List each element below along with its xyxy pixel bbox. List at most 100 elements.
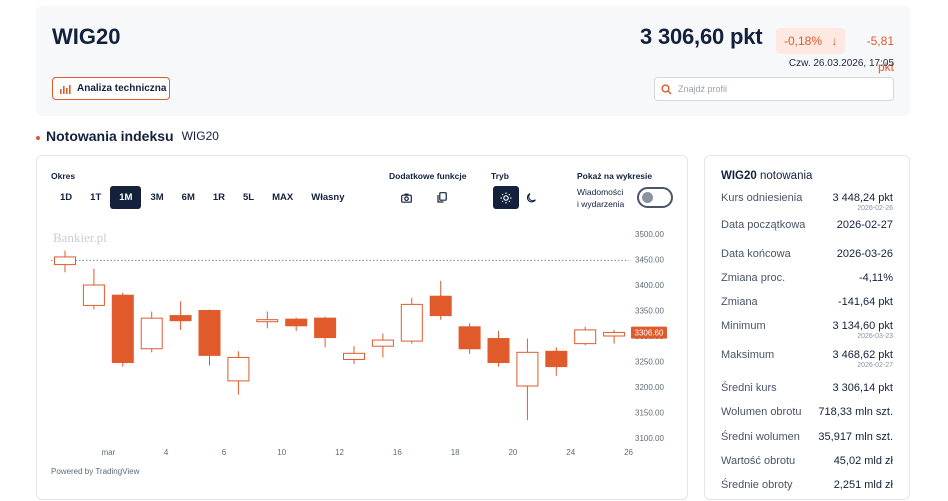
stat-label: Średni wolumen <box>721 431 800 443</box>
x-tick-label: 10 <box>277 448 286 457</box>
index-name: WIG20 <box>52 24 121 49</box>
stat-label: Wartość obrotu <box>721 455 796 467</box>
chart-panel: Okres 1D 1T 1M 3M 6M 1R 5L MAX Własny Dodatkowe … <box>36 155 688 500</box>
x-tick-label: 20 <box>508 448 517 457</box>
stats-title-rest: notowania <box>760 170 813 182</box>
candle-body <box>111 294 134 364</box>
candle-body <box>140 317 163 350</box>
x-tick-label: 18 <box>451 448 460 457</box>
candlestick-chart[interactable]: 3500.003450.003400.003350.003300.003250.… <box>37 156 689 501</box>
x-tick-label: 24 <box>566 448 575 457</box>
stat-row: Kurs odniesienia 3 448,24 pkt 2026-02-26 <box>721 192 893 212</box>
stat-label: Średnie obroty <box>721 479 793 491</box>
y-tick-label: 3450.00 <box>635 256 664 265</box>
stat-value: 2,251 mld zł <box>833 479 893 491</box>
search-input[interactable] <box>678 84 878 94</box>
candle-body <box>285 318 308 327</box>
stat-date: 2026-02-26 <box>857 205 893 212</box>
stat-value: 3 468,62 pkt <box>832 349 893 361</box>
y-tick-label: 3500.00 <box>635 230 664 239</box>
y-tick-label: 3100.00 <box>635 434 664 443</box>
y-tick-label: 3250.00 <box>635 358 664 367</box>
arrow-down-icon: ↓ <box>831 34 838 48</box>
stat-value: 3 134,60 pkt <box>832 320 893 332</box>
powered-by-tradingview[interactable]: Powered by TradingView <box>51 467 139 476</box>
stat-label: Wolumen obrotu <box>721 406 802 418</box>
x-tick-label: 4 <box>164 448 169 457</box>
candle-body <box>429 295 452 317</box>
quote-timestamp: Czw. 26.03.2026, 17:05 <box>788 58 894 69</box>
profile-search[interactable] <box>654 77 894 101</box>
stat-value: 3 448,24 pkt <box>832 192 893 204</box>
x-tick-label: 6 <box>222 448 227 457</box>
candle-body <box>574 329 597 345</box>
x-tick-label: 16 <box>393 448 402 457</box>
candle-body <box>487 338 510 364</box>
candle-body <box>54 256 76 266</box>
stat-label: Zmiana <box>721 296 758 308</box>
candle-body <box>458 326 481 350</box>
stat-row: Wartość obrotu 45,02 mld zł <box>721 455 893 475</box>
stat-row: Wolumen obrotu 718,33 mln szt. <box>721 406 893 426</box>
stat-date: 2026-03-23 <box>857 333 893 340</box>
bullet-dot-icon <box>36 136 40 140</box>
change-percent: -0,18% <box>784 34 823 48</box>
stat-label: Maksimum <box>721 349 775 361</box>
section-heading: Notowania indeksu WIG20 <box>36 128 219 144</box>
stat-row: Średni kurs 3 306,14 pkt <box>721 382 893 402</box>
stat-label: Średni kurs <box>721 382 777 394</box>
stats-title: WIG20 notowania <box>721 170 812 182</box>
quote-header: WIG20 3 306,60 pkt -0,18% ↓ -5,81 pkt Cz… <box>36 6 910 116</box>
candle-body <box>400 303 423 342</box>
candle-body <box>343 352 365 360</box>
index-price: 3 306,60 pkt <box>640 24 763 49</box>
stat-label: Kurs odniesienia <box>721 192 803 204</box>
stat-label: Zmiana proc. <box>721 272 786 284</box>
stat-value: 718,33 mln szt. <box>818 406 893 418</box>
search-icon <box>661 83 672 94</box>
stat-value: 45,02 mld zł <box>833 455 893 467</box>
stat-row: Data początkowa 2026-02-27 <box>721 219 893 239</box>
bar-chart-icon <box>60 84 71 94</box>
candle-body <box>371 339 394 347</box>
stat-value: 2026-03-26 <box>836 248 893 260</box>
section-title: Notowania indeksu <box>46 128 174 144</box>
bankier-watermark: Bankier.pl <box>53 230 107 245</box>
candle-body <box>198 310 221 356</box>
last-price-label: 3306.60 <box>635 329 664 338</box>
stat-label: Minimum <box>721 320 766 332</box>
change-absolute: -5,81 pkt <box>866 34 894 74</box>
candle-body <box>314 317 337 339</box>
y-tick-label: 3150.00 <box>635 409 664 418</box>
stat-row: Minimum 3 134,60 pkt 2026-03-23 <box>721 320 893 340</box>
stats-title-index: WIG20 <box>721 170 757 182</box>
stat-label: Data początkowa <box>721 219 806 231</box>
y-tick-label: 3400.00 <box>635 281 664 290</box>
stat-row: Maksimum 3 468,62 pkt 2026-02-27 <box>721 349 893 369</box>
stat-row: Średnie obroty 2,251 mld zł <box>721 479 893 499</box>
candle-body <box>545 350 568 368</box>
stat-value: 35,917 mln szt. <box>818 431 893 443</box>
stat-value: -141,64 pkt <box>837 296 893 308</box>
stat-row: Zmiana -141,64 pkt <box>721 296 893 316</box>
y-tick-label: 3200.00 <box>635 383 664 392</box>
stats-panel: WIG20 notowania Kurs odniesienia 3 448,24… <box>704 155 910 500</box>
section-subtitle: WIG20 <box>181 129 219 143</box>
candle-body <box>169 315 192 322</box>
stat-value: -4,11% <box>858 272 893 284</box>
stat-value: 2026-02-27 <box>836 219 893 231</box>
x-tick-label: mar <box>101 448 115 457</box>
technical-analysis-label: Analiza techniczna <box>77 83 167 94</box>
x-tick-label: 12 <box>335 448 344 457</box>
candle-body <box>516 351 539 387</box>
candle-body <box>256 319 279 323</box>
candle-body <box>227 356 250 382</box>
stat-date: 2026-02-27 <box>857 362 893 369</box>
y-tick-label: 3350.00 <box>635 307 664 316</box>
technical-analysis-button[interactable]: Analiza techniczna <box>52 77 170 100</box>
x-tick-label: 26 <box>624 448 633 457</box>
candle-body <box>603 331 626 337</box>
candle-body <box>82 284 105 306</box>
stat-row: Zmiana proc. -4,11% <box>721 272 893 292</box>
stat-value: 3 306,14 pkt <box>832 382 893 394</box>
